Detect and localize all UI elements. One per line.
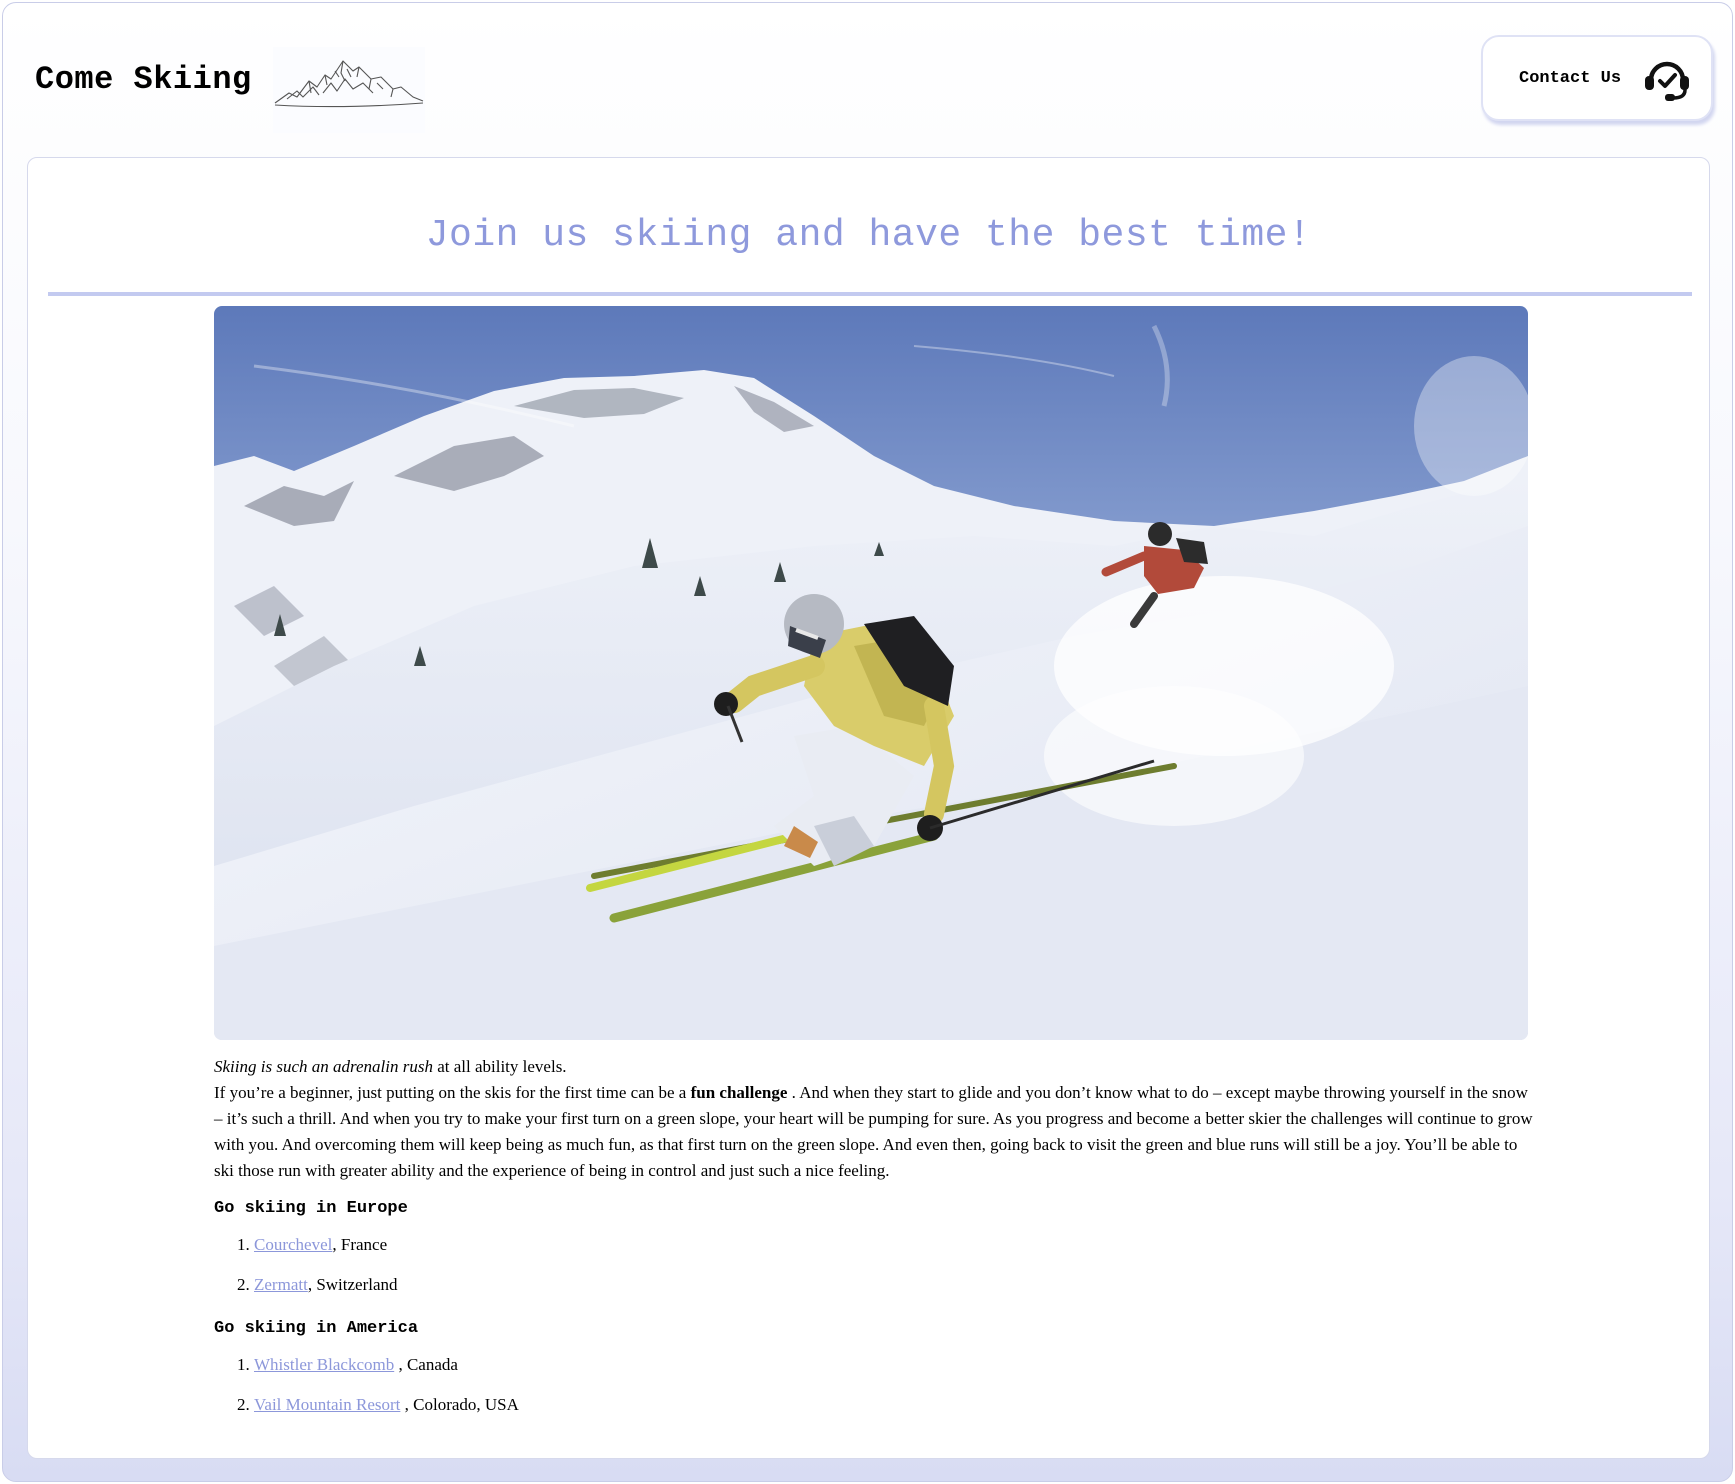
article-paragraph: If you’re a beginner, just putting on th…	[214, 1080, 1534, 1184]
vail-mountain-resort-link[interactable]: Vail Mountain Resort	[254, 1395, 400, 1414]
skiing-hero-image	[214, 306, 1528, 1040]
list-item-rest: , Canada	[394, 1355, 458, 1374]
page: Come Skiing Contact Us Join us skiing an…	[2, 2, 1733, 1482]
list-item-rest: , Colorado, USA	[400, 1395, 519, 1414]
europe-list: Courchevel, France Zermatt, Switzerland	[214, 1232, 1534, 1312]
list-item: Zermatt, Switzerland	[254, 1272, 1534, 1312]
page-heading: Join us skiing and have the best time!	[425, 214, 1312, 257]
contact-us-button[interactable]: Contact Us	[1481, 35, 1713, 121]
america-list: Whistler Blackcomb , Canada Vail Mountai…	[214, 1352, 1534, 1432]
europe-heading: Go skiing in Europe	[214, 1199, 408, 1218]
site-title: Come Skiing	[35, 61, 252, 98]
paragraph-bold: fun challenge	[690, 1083, 788, 1102]
whistler-blackcomb-link[interactable]: Whistler Blackcomb	[254, 1355, 394, 1374]
list-item-rest: , France	[332, 1235, 388, 1254]
list-item: Vail Mountain Resort , Colorado, USA	[254, 1392, 1534, 1432]
content-card: Join us skiing and have the best time! S…	[27, 157, 1710, 1459]
america-heading: Go skiing in America	[214, 1319, 419, 1338]
intro-rest: at all ability levels.	[432, 1057, 567, 1076]
contact-us-label: Contact Us	[1519, 68, 1622, 88]
intro-italic: Skiing is such an adrenalin rush	[214, 1057, 433, 1076]
mountain-logo-icon	[273, 47, 425, 133]
article-content: Skiing is such an adrenalin rush at all …	[214, 1054, 1534, 1432]
zermatt-link[interactable]: Zermatt	[254, 1275, 308, 1294]
headset-check-icon	[1641, 52, 1693, 104]
list-item: Courchevel, France	[254, 1232, 1534, 1272]
courchevel-link[interactable]: Courchevel	[254, 1235, 332, 1254]
list-item: Whistler Blackcomb , Canada	[254, 1352, 1534, 1392]
heading-divider	[48, 292, 1692, 296]
paragraph-start: If you’re a beginner, just putting on th…	[214, 1083, 691, 1102]
intro-line: Skiing is such an adrenalin rush at all …	[214, 1054, 1534, 1080]
list-item-rest: , Switzerland	[307, 1275, 398, 1294]
